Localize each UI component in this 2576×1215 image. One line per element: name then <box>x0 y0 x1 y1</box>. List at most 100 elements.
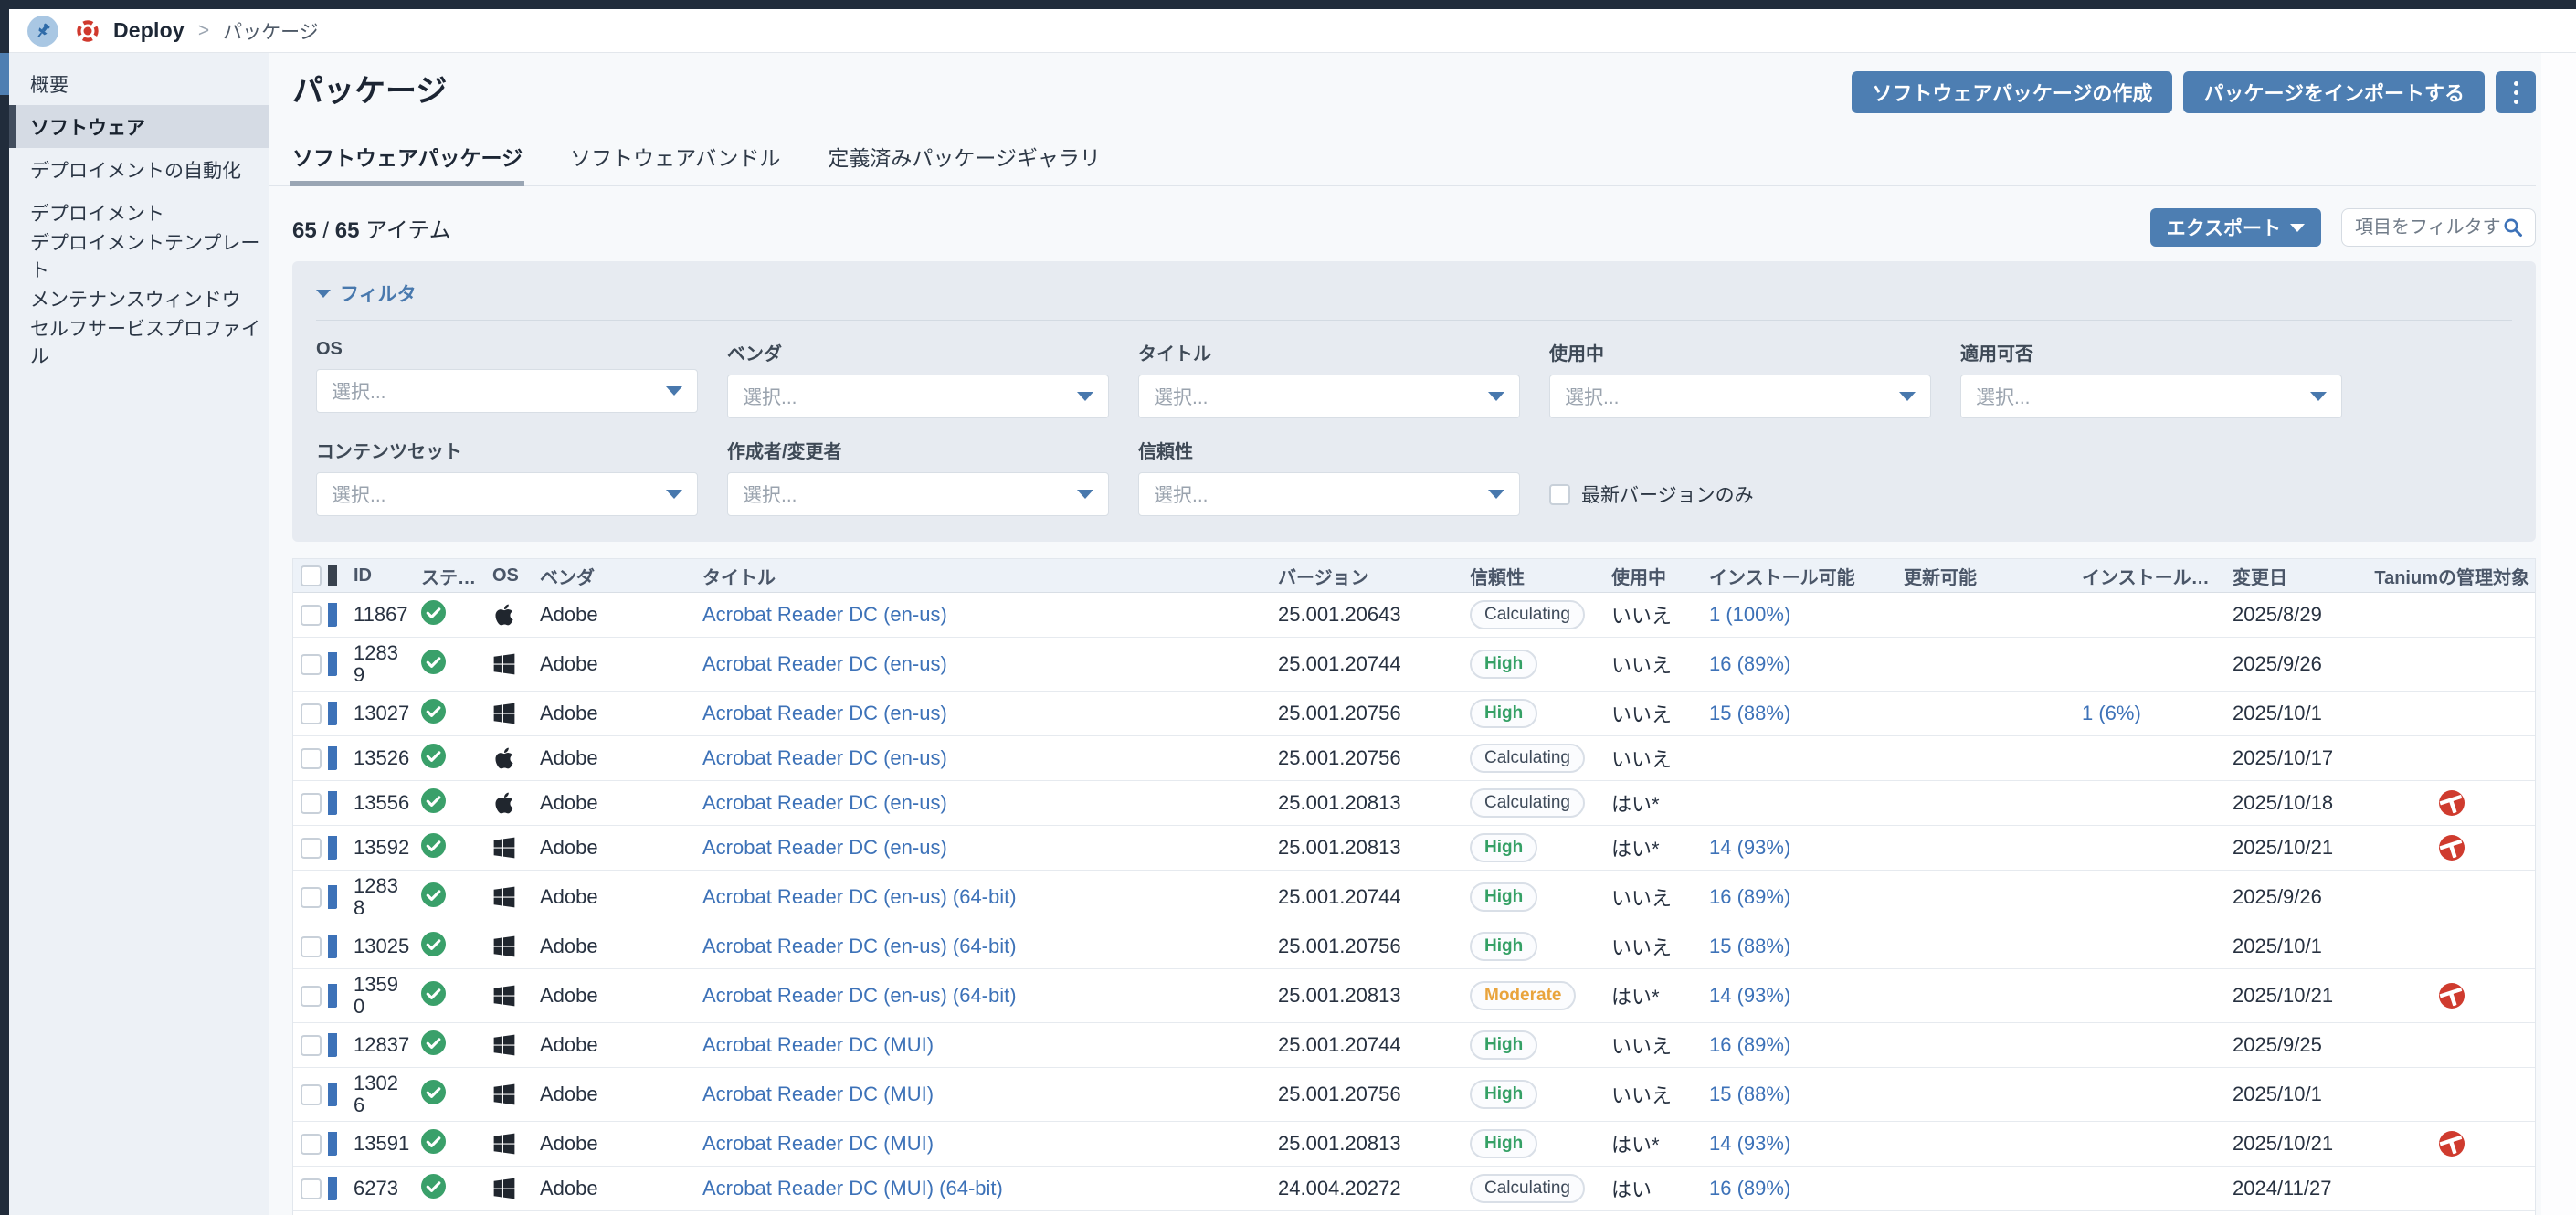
row-expand-icon[interactable] <box>328 1177 337 1200</box>
row-expand-icon[interactable] <box>328 935 337 958</box>
sidebar-item-self-service-profiles[interactable]: セルフサービスプロファイル <box>9 320 269 363</box>
filter-select-applicability[interactable]: 選択... <box>1960 375 2342 418</box>
installable-count-link[interactable]: 16 (89%) <box>1709 885 1790 908</box>
windows-icon <box>492 1083 540 1106</box>
row-expand-icon[interactable] <box>328 652 337 676</box>
package-title-link[interactable]: Acrobat Reader DC (en-us) (64-bit) <box>702 885 1017 908</box>
row-checkbox[interactable] <box>301 1084 322 1105</box>
row-checkbox[interactable] <box>301 703 322 724</box>
row-checkbox[interactable] <box>301 936 322 957</box>
filter-select-in-use[interactable]: 選択... <box>1549 375 1931 418</box>
row-checkbox[interactable] <box>301 654 322 675</box>
more-actions-button[interactable] <box>2496 71 2536 113</box>
col-vendor[interactable]: ベンダ <box>540 563 702 589</box>
package-title-link[interactable]: Acrobat Reader DC (en-us) (64-bit) <box>702 984 1017 1007</box>
filter-select-content-set[interactable]: 選択... <box>316 472 698 516</box>
row-expand-icon[interactable] <box>328 984 337 1008</box>
col-title[interactable]: タイトル <box>702 563 1278 589</box>
col-os[interactable]: OS <box>492 565 540 586</box>
row-checkbox[interactable] <box>301 887 322 908</box>
app-name[interactable]: Deploy <box>113 18 185 43</box>
create-software-package-button[interactable]: ソフトウェアパッケージの作成 <box>1852 71 2172 113</box>
import-package-button[interactable]: パッケージをインポートする <box>2183 71 2485 113</box>
pin-button[interactable] <box>27 16 58 47</box>
col-id[interactable]: ID <box>354 565 421 586</box>
row-checkbox[interactable] <box>301 793 322 814</box>
export-button[interactable]: エクスポート <box>2150 208 2321 247</box>
installable-count-link[interactable]: 16 (89%) <box>1709 652 1790 675</box>
sidebar-item-overview[interactable]: 概要 <box>9 62 269 105</box>
installable-count-link[interactable]: 16 (89%) <box>1709 1033 1790 1056</box>
row-checkbox[interactable] <box>301 605 322 626</box>
row-checkbox[interactable] <box>301 1035 322 1056</box>
expand-all-icon[interactable] <box>328 565 337 586</box>
filter-select-reliability[interactable]: 選択... <box>1138 472 1520 516</box>
search-icon[interactable] <box>2502 217 2524 238</box>
sidebar-item-deployment-templates[interactable]: デプロイメントテンプレート <box>9 234 269 277</box>
search-input[interactable] <box>2355 217 2502 238</box>
filter-select-title[interactable]: 選択... <box>1138 375 1520 418</box>
col-version[interactable]: バージョン <box>1278 563 1470 589</box>
col-installed[interactable]: インストール済み <box>2082 563 2233 589</box>
select-caret-icon <box>1899 392 1916 401</box>
col-updatable[interactable]: 更新可能 <box>1904 563 2082 589</box>
reliability-badge: Calculating <box>1470 744 1585 774</box>
row-expand-icon[interactable] <box>328 702 337 725</box>
tab-predefined-package-gallery[interactable]: 定義済みパッケージギャラリ <box>828 141 1101 185</box>
row-expand-icon[interactable] <box>328 1083 337 1106</box>
row-expand-icon[interactable] <box>328 746 337 770</box>
latest-version-only-checkbox[interactable]: 最新バージョンのみ <box>1549 472 1754 516</box>
package-title-link[interactable]: Acrobat Reader DC (en-us) <box>702 836 947 859</box>
installable-count-link[interactable]: 16 (89%) <box>1709 1177 1790 1199</box>
filter-select-vendor[interactable]: 選択... <box>727 375 1109 418</box>
row-checkbox[interactable] <box>301 1134 322 1155</box>
col-status[interactable]: ステ… <box>421 563 492 589</box>
package-title-link[interactable]: Acrobat Reader DC (MUI) <box>702 1083 934 1105</box>
filter-select-os[interactable]: 選択... <box>316 369 698 413</box>
package-title-link[interactable]: Acrobat Reader DC (en-us) <box>702 652 947 675</box>
row-checkbox[interactable] <box>301 838 322 859</box>
col-modified[interactable]: 変更日 <box>2233 563 2370 589</box>
col-tanium-managed[interactable]: Taniumの管理対象 <box>2370 563 2533 589</box>
row-expand-icon[interactable] <box>328 1033 337 1057</box>
tab-software-packages[interactable]: ソフトウェアパッケージ <box>292 141 523 185</box>
modified-date: 2025/10/18 <box>2233 791 2370 815</box>
vendor-name: Adobe <box>540 935 702 958</box>
row-expand-icon[interactable] <box>328 1132 337 1156</box>
col-in-use[interactable]: 使用中 <box>1611 563 1709 589</box>
sidebar-item-software[interactable]: ソフトウェア <box>9 105 269 148</box>
filter-panel: フィルタ OS 選択... ベンダ 選択... <box>292 261 2536 542</box>
filter-select-creator[interactable]: 選択... <box>727 472 1109 516</box>
sidebar-item-deployment-automation[interactable]: デプロイメントの自動化 <box>9 148 269 191</box>
filter-collapse-toggle[interactable]: フィルタ <box>316 272 2512 321</box>
installed-count-link[interactable]: 1 (6%) <box>2082 702 2141 724</box>
row-checkbox[interactable] <box>301 748 322 769</box>
rail-scroll-thumb[interactable] <box>0 53 9 95</box>
package-title-link[interactable]: Acrobat Reader DC (en-us) <box>702 702 947 724</box>
row-expand-icon[interactable] <box>328 885 337 909</box>
installable-count-link[interactable]: 14 (93%) <box>1709 836 1790 859</box>
installable-count-link[interactable]: 14 (93%) <box>1709 1132 1790 1155</box>
installable-count-link[interactable]: 15 (88%) <box>1709 702 1790 724</box>
installable-count-link[interactable]: 15 (88%) <box>1709 935 1790 957</box>
package-title-link[interactable]: Acrobat Reader DC (en-us) <box>702 746 947 769</box>
installable-count-link[interactable]: 15 (88%) <box>1709 1083 1790 1105</box>
installable-count-link[interactable]: 1 (100%) <box>1709 603 1790 626</box>
row-checkbox[interactable] <box>301 1178 322 1199</box>
row-expand-icon[interactable] <box>328 836 337 860</box>
package-title-link[interactable]: Acrobat Reader DC (en-us) <box>702 791 947 814</box>
col-installable[interactable]: インストール可能 <box>1709 563 1904 589</box>
row-expand-icon[interactable] <box>328 603 337 627</box>
installable-count-link[interactable]: 14 (93%) <box>1709 984 1790 1007</box>
package-title-link[interactable]: Acrobat Reader DC (MUI) <box>702 1033 934 1056</box>
package-version: 25.001.20744 <box>1278 652 1470 676</box>
col-reliability[interactable]: 信頼性 <box>1470 563 1611 589</box>
row-checkbox[interactable] <box>301 986 322 1007</box>
package-title-link[interactable]: Acrobat Reader DC (MUI) (64-bit) <box>702 1177 1003 1199</box>
package-title-link[interactable]: Acrobat Reader DC (MUI) <box>702 1132 934 1155</box>
select-all-checkbox[interactable] <box>301 565 322 586</box>
tab-software-bundles[interactable]: ソフトウェアバンドル <box>570 141 780 185</box>
package-title-link[interactable]: Acrobat Reader DC (en-us) (64-bit) <box>702 935 1017 957</box>
row-expand-icon[interactable] <box>328 791 337 815</box>
package-title-link[interactable]: Acrobat Reader DC (en-us) <box>702 603 947 626</box>
